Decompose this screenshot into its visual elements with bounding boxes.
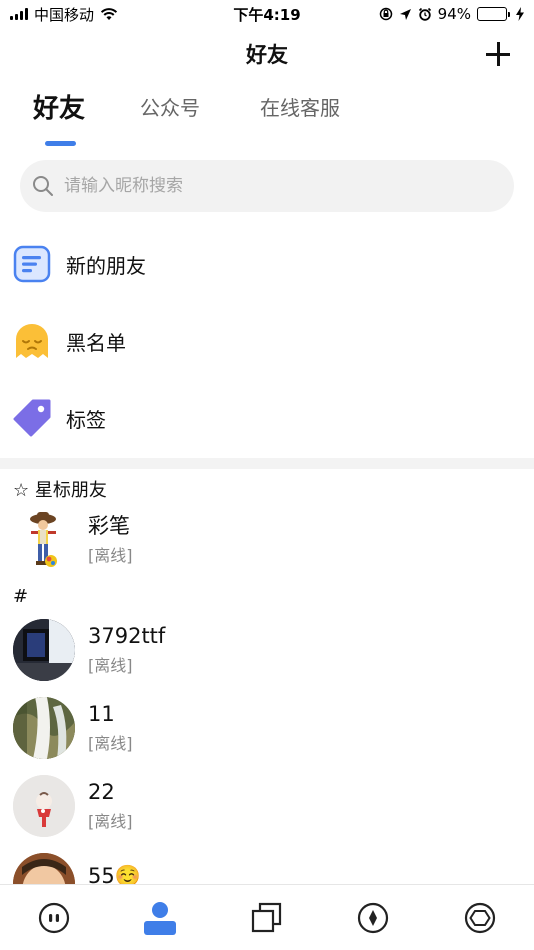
starred-section-title: ☆ 星标朋友 (13, 480, 107, 501)
bottom-tab-bar (0, 884, 534, 950)
menu-label: 标签 (66, 407, 106, 432)
plus-icon[interactable] (484, 40, 512, 68)
friend-status: [离线] (88, 656, 133, 675)
search-icon (33, 176, 53, 196)
avatar (13, 775, 75, 837)
friend-row[interactable]: 3792ttf [离线] (13, 618, 513, 682)
layers-icon[interactable] (249, 900, 285, 936)
compass-icon[interactable] (355, 900, 391, 936)
battery-icon (477, 7, 510, 21)
clock: 下午4:19 (233, 5, 301, 24)
carrier-label: 中国移动 (34, 5, 95, 24)
tab-online-service[interactable]: 在线客服 (260, 92, 340, 121)
alarm-icon (418, 7, 431, 21)
page-title: 好友 (246, 43, 288, 67)
rotation-lock-icon (379, 7, 392, 21)
menu-blacklist[interactable]: 黑名单 (13, 321, 126, 361)
menu-new-friends[interactable]: 新的朋友 (13, 244, 146, 284)
menu-label: 新的朋友 (66, 253, 146, 278)
contacts-icon[interactable] (142, 900, 178, 936)
friend-status: [离线] (88, 734, 133, 753)
hash-section-title: # (13, 586, 29, 607)
friend-name: 22 (88, 780, 115, 804)
blacklist-ghost-icon (13, 322, 51, 360)
menu-tags[interactable]: 标签 (13, 398, 106, 438)
avatar (13, 697, 75, 759)
tab-bar: 好友 公众号 在线客服 (0, 92, 534, 152)
new-friends-icon (13, 245, 51, 283)
friend-name: 彩笔 (88, 514, 130, 538)
friend-row[interactable]: 11 [离线] (13, 696, 513, 760)
settings-icon[interactable] (462, 900, 498, 936)
menu-label: 黑名单 (66, 330, 126, 355)
friend-name: 11 (88, 702, 115, 726)
signal-icon (10, 8, 28, 20)
active-tab-indicator (45, 141, 76, 146)
avatar (13, 619, 75, 681)
charging-icon (516, 7, 524, 21)
friend-row[interactable]: 彩笔 [离线] (13, 508, 513, 572)
status-bar: 中国移动 下午4:19 94% (0, 0, 534, 28)
battery-percent: 94% (437, 5, 471, 23)
location-icon (399, 8, 411, 20)
tab-official-accounts[interactable]: 公众号 (140, 92, 200, 121)
tag-icon (13, 399, 51, 437)
search-box[interactable] (20, 160, 514, 212)
avatar (13, 509, 75, 571)
friend-status: [离线] (88, 812, 133, 831)
wifi-icon (100, 8, 118, 20)
chat-icon[interactable] (36, 900, 72, 936)
tab-friends[interactable]: 好友 (33, 88, 85, 125)
search-input[interactable] (64, 176, 464, 196)
section-divider (0, 458, 534, 469)
friends-screen: 中国移动 下午4:19 94% 好友 好友 公众号 在线客服 请输入昵称搜索 新… (0, 0, 534, 950)
friend-row[interactable]: 22 [离线] (13, 774, 513, 838)
friend-status: [离线] (88, 546, 133, 565)
nav-bar: 好友 (0, 30, 534, 78)
friend-name: 3792ttf (88, 624, 166, 648)
